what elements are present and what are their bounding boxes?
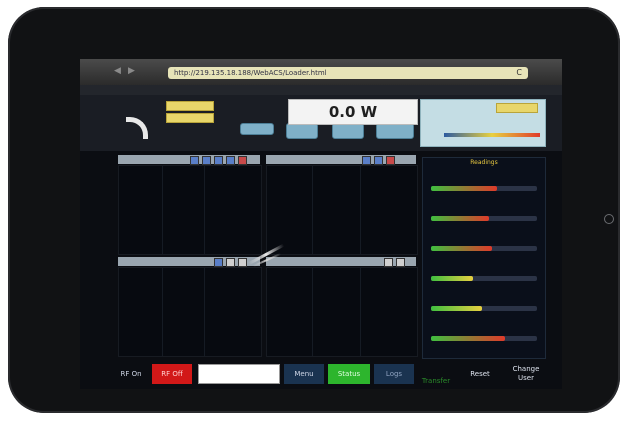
graph-close-icon[interactable] [238,156,247,165]
grid-line [161,166,163,254]
change-user-button[interactable]: Change User [504,365,548,385]
browser-address-bar: ◀ ▶ http://219.135.18.188/WebACS/Loader.… [80,59,562,85]
power-meter-bar [444,133,540,137]
control-button-3[interactable] [332,123,364,139]
graph-up-icon[interactable] [384,258,393,267]
reading-bar-track [431,276,537,281]
grid-line [360,166,361,254]
graph-header-upper-left [118,155,260,165]
url-field[interactable]: http://219.135.18.188/WebACS/Loader.html… [168,67,528,79]
graph-zoom-icon[interactable] [190,156,199,165]
graph-prev-icon[interactable] [214,258,223,267]
reading-bar-track [431,336,537,341]
rf-on-button[interactable]: RF On [114,364,148,384]
forward-power-readout: 0.0 W [288,99,418,125]
reading-bar-track [431,216,537,221]
graph-header-lower-right [266,257,416,267]
graph-pause-icon[interactable] [226,156,235,165]
reading-bar-fill [431,246,493,251]
back-icon[interactable]: ◀ [114,66,121,76]
control-button-4[interactable] [376,123,414,139]
reading-bar-fill [431,306,482,311]
logs-button[interactable]: Logs [374,364,414,384]
graph-header-upper-right [266,155,416,165]
graph-upper-left [118,165,262,255]
status-button[interactable]: Status [328,364,370,384]
grid-line [360,268,361,356]
control-button-1[interactable] [240,123,274,135]
graph-close-icon[interactable] [238,258,247,267]
home-button[interactable] [604,214,614,224]
app-screen: ◀ ▶ http://219.135.18.188/WebACS/Loader.… [80,59,562,389]
graph-next-icon[interactable] [374,156,383,165]
reading-bar-fill [431,336,506,341]
mode-select-button[interactable] [496,103,538,113]
graph-lower-left [118,267,262,357]
forward-icon[interactable]: ▶ [128,66,135,76]
mode-button-2[interactable] [166,113,214,123]
command-input[interactable] [198,364,280,384]
bottom-toolbar: RF On RF Off Menu Status Logs Transfer R… [80,359,562,389]
readings-sidebar: Readings [422,157,546,359]
graph-close-icon[interactable] [396,258,405,267]
grid-line [204,268,206,356]
reading-bar-track [431,186,537,191]
reading-bar-track [431,306,537,311]
control-button-2[interactable] [286,123,318,139]
graph-next-icon[interactable] [214,156,223,165]
graph-upper-right [266,165,418,255]
reset-button[interactable]: Reset [462,364,498,384]
graph-header-lower-left [118,257,260,267]
graph-next-icon[interactable] [226,258,235,267]
reading-bar-track [431,246,537,251]
grid-line [312,268,313,356]
reading-bar-fill [431,186,497,191]
grid-line [204,166,206,254]
transfer-button[interactable]: Transfer [416,371,456,389]
reading-bar-fill [431,276,474,281]
grid-line [161,268,163,356]
menu-button[interactable]: Menu [284,364,324,384]
graph-lower-right [266,267,418,357]
url-text: http://219.135.18.188/WebACS/Loader.html [174,69,327,77]
reading-bar-fill [431,216,490,221]
rf-off-button[interactable]: RF Off [152,364,192,384]
tablet-frame: ◀ ▶ http://219.135.18.188/WebACS/Loader.… [8,7,620,413]
grid-line [312,166,313,254]
graph-close-icon[interactable] [386,156,395,165]
graph-prev-icon[interactable] [202,156,211,165]
sidebar-title: Readings [470,159,498,166]
menu-strip [80,85,562,95]
reload-icon[interactable]: C [516,67,522,79]
mode-button-1[interactable] [166,101,214,111]
graph-prev-icon[interactable] [362,156,371,165]
